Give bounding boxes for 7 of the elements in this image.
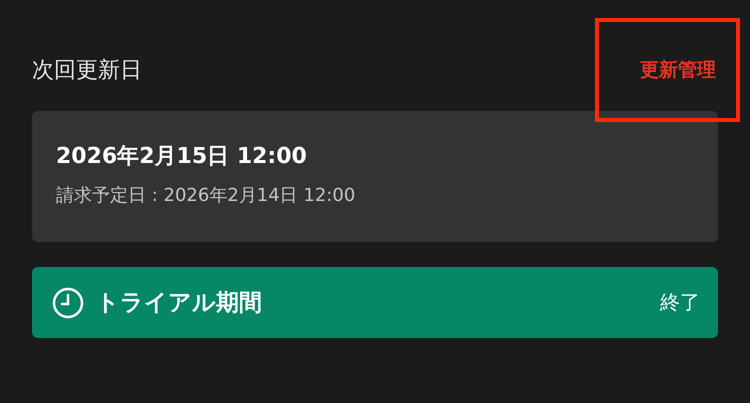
renewal-date: 2026年2月15日 12:00 bbox=[56, 143, 308, 171]
section-title: 次回更新日 bbox=[32, 57, 142, 85]
clock-icon bbox=[52, 286, 84, 318]
billing-date: 請求予定日 : 2026年2月14日 12:00 bbox=[56, 184, 356, 207]
trial-label: トライアル期間 bbox=[96, 289, 263, 318]
trial-status: 終了 bbox=[660, 289, 700, 316]
manage-link[interactable]: 更新管理 bbox=[640, 57, 716, 83]
